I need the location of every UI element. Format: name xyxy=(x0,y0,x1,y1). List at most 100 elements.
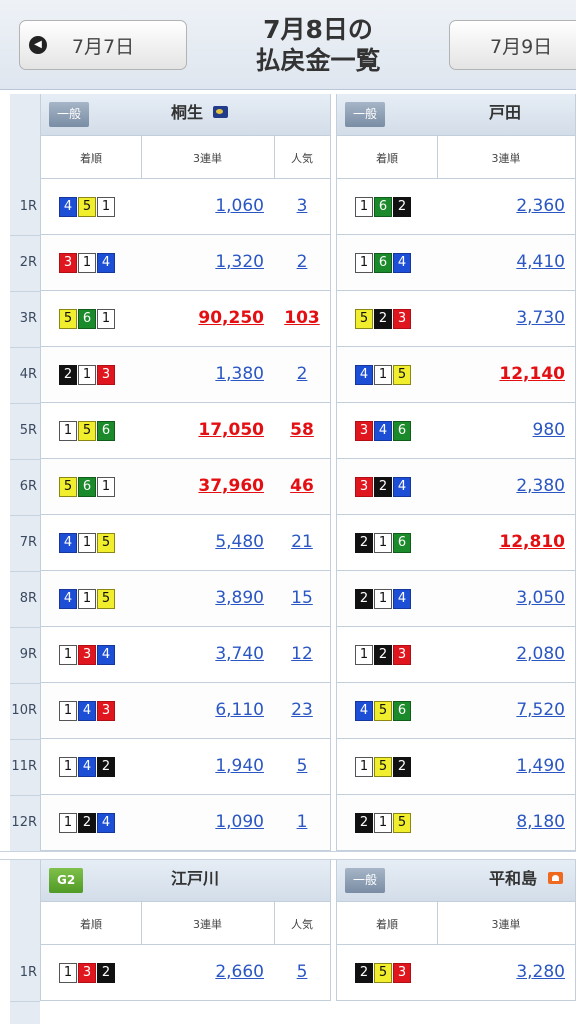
boat-number-6: 6 xyxy=(374,197,392,217)
finish-order: 215 xyxy=(355,813,411,833)
boat-number-1: 1 xyxy=(97,197,115,217)
row-separator xyxy=(10,627,40,628)
chevron-left-icon: ◀ xyxy=(29,36,47,54)
trifecta-payout-link[interactable]: 980 xyxy=(533,420,565,440)
popularity-rank-link[interactable]: 58 xyxy=(274,420,330,440)
venue-header: 一般 桐生 xyxy=(41,94,330,136)
race-number-label: 4R xyxy=(19,367,37,382)
boat-number-1: 1 xyxy=(59,421,77,441)
boat-number-4: 4 xyxy=(59,533,77,553)
race-number-label: 9R xyxy=(19,647,37,662)
boat-number-6: 6 xyxy=(393,421,411,441)
trifecta-payout-link[interactable]: 37,960 xyxy=(198,476,264,496)
previous-day-button[interactable]: ◀ 7月7日 xyxy=(19,20,187,70)
race-result-row: 2 5 3 3,280 xyxy=(337,945,575,1001)
column-header-trifecta: 3連単 xyxy=(491,152,521,165)
popularity-rank-link[interactable]: 23 xyxy=(274,700,330,720)
boat-number-3: 3 xyxy=(393,645,411,665)
venue-name[interactable]: 平和島 xyxy=(489,865,537,889)
trifecta-payout-link[interactable]: 12,140 xyxy=(499,364,565,384)
trifecta-payout-link[interactable]: 1,090 xyxy=(215,812,264,832)
finish-order: 415 xyxy=(59,589,115,609)
trifecta-payout-link[interactable]: 6,110 xyxy=(215,700,264,720)
trifecta-payout-link[interactable]: 1,320 xyxy=(215,252,264,272)
boat-number-2: 2 xyxy=(355,589,373,609)
trifecta-payout-link[interactable]: 3,280 xyxy=(516,962,565,982)
trifecta-payout-link[interactable]: 2,360 xyxy=(516,196,565,216)
section-divider xyxy=(0,851,576,860)
boat-number-5: 5 xyxy=(393,365,411,385)
trifecta-payout-link[interactable]: 1,380 xyxy=(215,364,264,384)
venue-header: G2 江戸川 xyxy=(41,860,330,902)
trifecta-payout-link[interactable]: 7,520 xyxy=(516,700,565,720)
row-separator xyxy=(10,459,40,460)
boat-number-1: 1 xyxy=(374,533,392,553)
boat-number-3: 3 xyxy=(393,309,411,329)
trifecta-payout-link[interactable]: 12,810 xyxy=(499,532,565,552)
finish-order: 314 xyxy=(59,253,115,273)
venue-name[interactable]: 江戸川 xyxy=(171,865,219,889)
race-result-row: 1 6 2 2,360 xyxy=(337,179,575,235)
trifecta-payout-link[interactable]: 2,380 xyxy=(516,476,565,496)
trifecta-payout-link[interactable]: 1,940 xyxy=(215,756,264,776)
trifecta-payout-link[interactable]: 1,490 xyxy=(516,756,565,776)
popularity-rank-link[interactable]: 15 xyxy=(274,588,330,608)
trifecta-payout-link[interactable]: 3,050 xyxy=(516,588,565,608)
boat-number-6: 6 xyxy=(78,477,96,497)
race-number-label: 6R xyxy=(19,479,37,494)
trifecta-payout-link[interactable]: 2,660 xyxy=(215,962,264,982)
popularity-rank-link[interactable]: 2 xyxy=(274,252,330,272)
boat-number-2: 2 xyxy=(393,757,411,777)
trifecta-payout-link[interactable]: 90,250 xyxy=(198,308,264,328)
boat-number-1: 1 xyxy=(355,645,373,665)
trifecta-payout-link[interactable]: 1,060 xyxy=(215,196,264,216)
column-header-popularity: 人気 xyxy=(291,152,313,165)
boat-number-4: 4 xyxy=(355,365,373,385)
race-result-row: 4 5 6 7,520 xyxy=(337,683,575,739)
boat-number-2: 2 xyxy=(78,813,96,833)
boat-number-1: 1 xyxy=(59,963,77,983)
trifecta-payout-link[interactable]: 3,730 xyxy=(516,308,565,328)
race-result-row: 5 2 3 3,730 xyxy=(337,291,575,347)
trifecta-payout-link[interactable]: 4,410 xyxy=(516,252,565,272)
boat-number-1: 1 xyxy=(97,477,115,497)
trifecta-payout-link[interactable]: 3,740 xyxy=(215,644,264,664)
next-day-button[interactable]: 7月9日 xyxy=(449,20,576,70)
row-separator xyxy=(10,1001,40,1002)
popularity-rank-link[interactable]: 46 xyxy=(274,476,330,496)
popularity-rank-link[interactable]: 3 xyxy=(274,196,330,216)
trifecta-payout-link[interactable]: 5,480 xyxy=(215,532,264,552)
boat-number-1: 1 xyxy=(59,701,77,721)
popularity-rank-link[interactable]: 103 xyxy=(274,308,330,328)
column-header-row: 着順 3連単 人気 xyxy=(41,902,330,945)
finish-order: 214 xyxy=(355,589,411,609)
popularity-rank-link[interactable]: 21 xyxy=(274,532,330,552)
finish-order: 123 xyxy=(355,645,411,665)
trifecta-payout-link[interactable]: 3,890 xyxy=(215,588,264,608)
popularity-rank-link[interactable]: 12 xyxy=(274,644,330,664)
boat-number-4: 4 xyxy=(374,421,392,441)
race-number-label: 3R xyxy=(19,311,37,326)
grade-badge: 一般 xyxy=(345,102,386,127)
popularity-rank-link[interactable]: 1 xyxy=(274,812,330,832)
boat-number-1: 1 xyxy=(374,365,392,385)
boat-number-2: 2 xyxy=(355,533,373,553)
trifecta-payout-link[interactable]: 8,180 xyxy=(516,812,565,832)
popularity-rank-link[interactable]: 2 xyxy=(274,364,330,384)
boat-number-1: 1 xyxy=(59,813,77,833)
race-result-row: 3 1 4 1,320 2 xyxy=(41,235,330,291)
top-navigation-bar: ◀ 7月7日 7月8日の 払戻金一覧 7月9日 xyxy=(0,0,576,90)
venue-name[interactable]: 戸田 xyxy=(489,99,521,123)
trifecta-payout-link[interactable]: 17,050 xyxy=(198,420,264,440)
boat-number-1: 1 xyxy=(78,253,96,273)
popularity-rank-link[interactable]: 5 xyxy=(274,962,330,982)
venue-name[interactable]: 桐生 xyxy=(171,99,203,123)
trifecta-payout-link[interactable]: 2,080 xyxy=(516,644,565,664)
column-header-popularity: 人気 xyxy=(291,918,313,931)
row-separator xyxy=(10,403,40,404)
venue-header: 一般 戸田 xyxy=(337,94,575,136)
boat-number-3: 3 xyxy=(393,963,411,983)
boat-number-4: 4 xyxy=(97,645,115,665)
popularity-rank-link[interactable]: 5 xyxy=(274,756,330,776)
race-number-label: 2R xyxy=(19,255,37,270)
